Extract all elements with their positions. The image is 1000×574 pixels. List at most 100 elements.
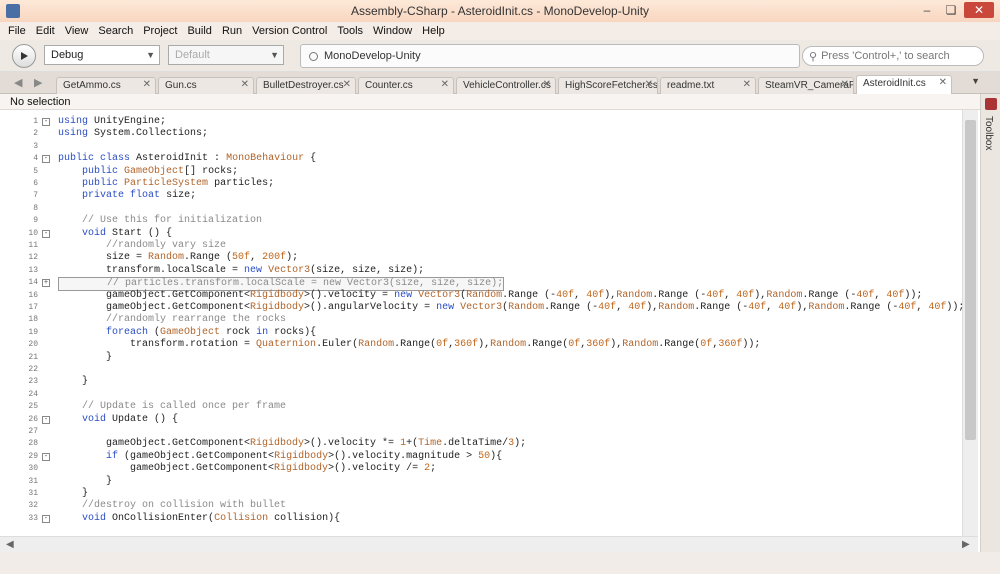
status-text: MonoDevelop-Unity bbox=[324, 50, 421, 62]
code-line[interactable]: 8 bbox=[0, 203, 962, 215]
code-line[interactable]: 33- void OnCollisionEnter(Collision coll… bbox=[0, 513, 962, 525]
code-line[interactable]: 13 transform.localScale = new Vector3(si… bbox=[0, 265, 962, 277]
vertical-scroll-thumb[interactable] bbox=[965, 120, 976, 440]
line-number: 11 bbox=[28, 241, 38, 250]
close-icon[interactable]: ✕ bbox=[939, 77, 947, 88]
code-line[interactable]: 10- void Start () { bbox=[0, 228, 962, 240]
scroll-left-icon[interactable]: ◀ bbox=[6, 539, 14, 550]
line-number: 6 bbox=[33, 179, 38, 188]
menu-tools[interactable]: Tools bbox=[337, 25, 363, 37]
breadcrumb[interactable]: No selection bbox=[0, 94, 980, 110]
run-button[interactable] bbox=[12, 44, 36, 68]
code-line[interactable]: 7 private float size; bbox=[0, 190, 962, 202]
fold-collapse-icon[interactable]: - bbox=[42, 514, 50, 523]
horizontal-scrollbar[interactable]: ◀ ▶ bbox=[0, 536, 978, 552]
code-line[interactable]: 22 bbox=[0, 364, 962, 376]
tab-readme[interactable]: readme.txt ✕ bbox=[660, 77, 756, 94]
code-line[interactable]: 29- if (gameObject.GetComponent<Rigidbod… bbox=[0, 451, 962, 463]
menu-run[interactable]: Run bbox=[222, 25, 242, 37]
code-line[interactable]: 18 //randomly rearrange the rocks bbox=[0, 314, 962, 326]
menu-search[interactable]: Search bbox=[98, 25, 133, 37]
code-line[interactable]: 31 } bbox=[0, 476, 962, 488]
scroll-right-icon[interactable]: ▶ bbox=[962, 539, 970, 550]
code-line[interactable]: 28 gameObject.GetComponent<Rigidbody>().… bbox=[0, 438, 962, 450]
toolbar: Debug ▼ Default ▼ MonoDevelop-Unity ⚲ Pr… bbox=[0, 40, 1000, 72]
code-line[interactable]: 23 } bbox=[0, 376, 962, 388]
menu-edit[interactable]: Edit bbox=[36, 25, 55, 37]
code-line[interactable]: 27 bbox=[0, 426, 962, 438]
code-line[interactable]: 4- public class AsteroidInit : MonoBehavi… bbox=[0, 153, 962, 165]
menu-file[interactable]: File bbox=[8, 25, 26, 37]
menu-build[interactable]: Build bbox=[187, 25, 211, 37]
code-line[interactable]: 2 using System.Collections; bbox=[0, 128, 962, 140]
tabs-scroll-left-icon[interactable]: ◀ bbox=[14, 76, 22, 89]
code-text: public class AsteroidInit : MonoBehaviou… bbox=[58, 153, 317, 165]
tab-counter[interactable]: Counter.cs ✕ bbox=[358, 77, 454, 94]
close-icon[interactable]: ✕ bbox=[645, 79, 653, 90]
code-line[interactable]: 12 size = Random.Range (50f, 200f); bbox=[0, 252, 962, 264]
menu-window[interactable]: Window bbox=[373, 25, 412, 37]
fold-collapse-icon[interactable]: - bbox=[42, 452, 50, 461]
code-line[interactable]: 24 bbox=[0, 389, 962, 401]
code-line[interactable]: 32 //destroy on collision with bullet bbox=[0, 500, 962, 512]
code-line[interactable]: 5 public GameObject[] rocks; bbox=[0, 166, 962, 178]
fold-collapse-icon[interactable]: - bbox=[42, 155, 50, 164]
code-text: //randomly vary size bbox=[106, 240, 227, 251]
code-line[interactable]: 30 gameObject.GetComponent<Rigidbody>().… bbox=[0, 463, 962, 475]
close-icon[interactable]: ✕ bbox=[841, 79, 849, 90]
tab-highscorefetcher[interactable]: HighScoreFetcher.cs ✕ bbox=[558, 77, 658, 94]
code-line[interactable]: 20 transform.rotation = Quaternion.Euler… bbox=[0, 339, 962, 351]
code-text: // Use this for initialization bbox=[82, 215, 263, 227]
code-editor[interactable]: 1- using UnityEngine; 2 using System.Collec… bbox=[0, 110, 962, 536]
menu-view[interactable]: View bbox=[65, 25, 89, 37]
tab-bulletdestroyer[interactable]: BulletDestroyer.cs ✕ bbox=[256, 77, 356, 94]
menu-version-control[interactable]: Version Control bbox=[252, 25, 327, 37]
tab-steamvr-cameraflip[interactable]: SteamVR_CameraFlip.cs✕ bbox=[758, 77, 854, 94]
code-line[interactable]: 25 // Update is called once per frame bbox=[0, 401, 962, 413]
toolbox-icon[interactable] bbox=[985, 98, 997, 110]
tab-vehiclecontroller[interactable]: VehicleController.cs ✕ bbox=[456, 77, 556, 94]
code-line[interactable]: 21 } bbox=[0, 352, 962, 364]
close-icon[interactable]: ✕ bbox=[241, 79, 249, 90]
code-line[interactable]: 6 public ParticleSystem particles; bbox=[0, 178, 962, 190]
code-line[interactable]: 11 //randomly vary size bbox=[0, 240, 962, 252]
line-number: 8 bbox=[33, 203, 38, 213]
code-line[interactable]: 26- void Update () { bbox=[0, 414, 962, 426]
search-input[interactable]: ⚲ Press 'Control+,' to search bbox=[802, 46, 984, 66]
fold-collapse-icon[interactable]: - bbox=[42, 118, 50, 126]
code-text: gameObject.GetComponent<Rigidbody>().vel… bbox=[58, 438, 527, 450]
tabs-scroll-right-icon[interactable]: ▶ bbox=[34, 76, 42, 89]
fold-collapse-icon[interactable]: - bbox=[42, 229, 50, 238]
tab-gun[interactable]: Gun.cs ✕ bbox=[158, 77, 254, 94]
fold-collapse-icon[interactable]: - bbox=[42, 415, 50, 424]
maximize-icon[interactable]: ❏ bbox=[940, 2, 962, 18]
status-area: MonoDevelop-Unity bbox=[300, 44, 800, 68]
chevron-down-icon: ▼ bbox=[146, 50, 155, 60]
vertical-scrollbar[interactable] bbox=[962, 110, 978, 536]
play-icon bbox=[21, 52, 28, 60]
close-icon[interactable]: ✕ bbox=[143, 79, 151, 90]
code-line[interactable]: 16 gameObject.GetComponent<Rigidbody>().… bbox=[0, 290, 962, 302]
code-line[interactable]: 17 gameObject.GetComponent<Rigidbody>().… bbox=[0, 302, 962, 314]
close-icon[interactable]: ✕ bbox=[964, 2, 994, 18]
toolbox-label[interactable]: Toolbox bbox=[983, 116, 994, 150]
configuration-select[interactable]: Debug ▼ bbox=[44, 45, 160, 65]
line-number: 24 bbox=[28, 389, 38, 399]
menu-project[interactable]: Project bbox=[143, 25, 177, 37]
code-line[interactable]: 9 // Use this for initialization bbox=[0, 215, 962, 227]
tab-getammo[interactable]: GetAmmo.cs ✕ bbox=[56, 77, 156, 94]
tab-list-chevron-icon[interactable]: ▼ bbox=[971, 76, 980, 86]
fold-expand-icon[interactable]: + bbox=[42, 279, 50, 288]
close-icon[interactable]: ✕ bbox=[343, 79, 351, 90]
close-icon[interactable]: ✕ bbox=[743, 79, 751, 90]
code-line[interactable]: 1- using UnityEngine; bbox=[0, 116, 962, 128]
close-icon[interactable]: ✕ bbox=[543, 79, 551, 90]
menu-help[interactable]: Help bbox=[422, 25, 445, 37]
code-line[interactable]: 19 foreach (GameObject rock in rocks){ bbox=[0, 327, 962, 339]
code-line[interactable]: 3 bbox=[0, 141, 962, 153]
tab-asteroidinit[interactable]: AsteroidInit.cs ✕ bbox=[856, 75, 952, 94]
code-line[interactable]: 31 } bbox=[0, 488, 962, 500]
close-icon[interactable]: ✕ bbox=[441, 79, 449, 90]
code-line[interactable]: 14 + // particles.transform.localScale = … bbox=[0, 277, 962, 292]
minimize-icon[interactable]: – bbox=[916, 2, 938, 18]
